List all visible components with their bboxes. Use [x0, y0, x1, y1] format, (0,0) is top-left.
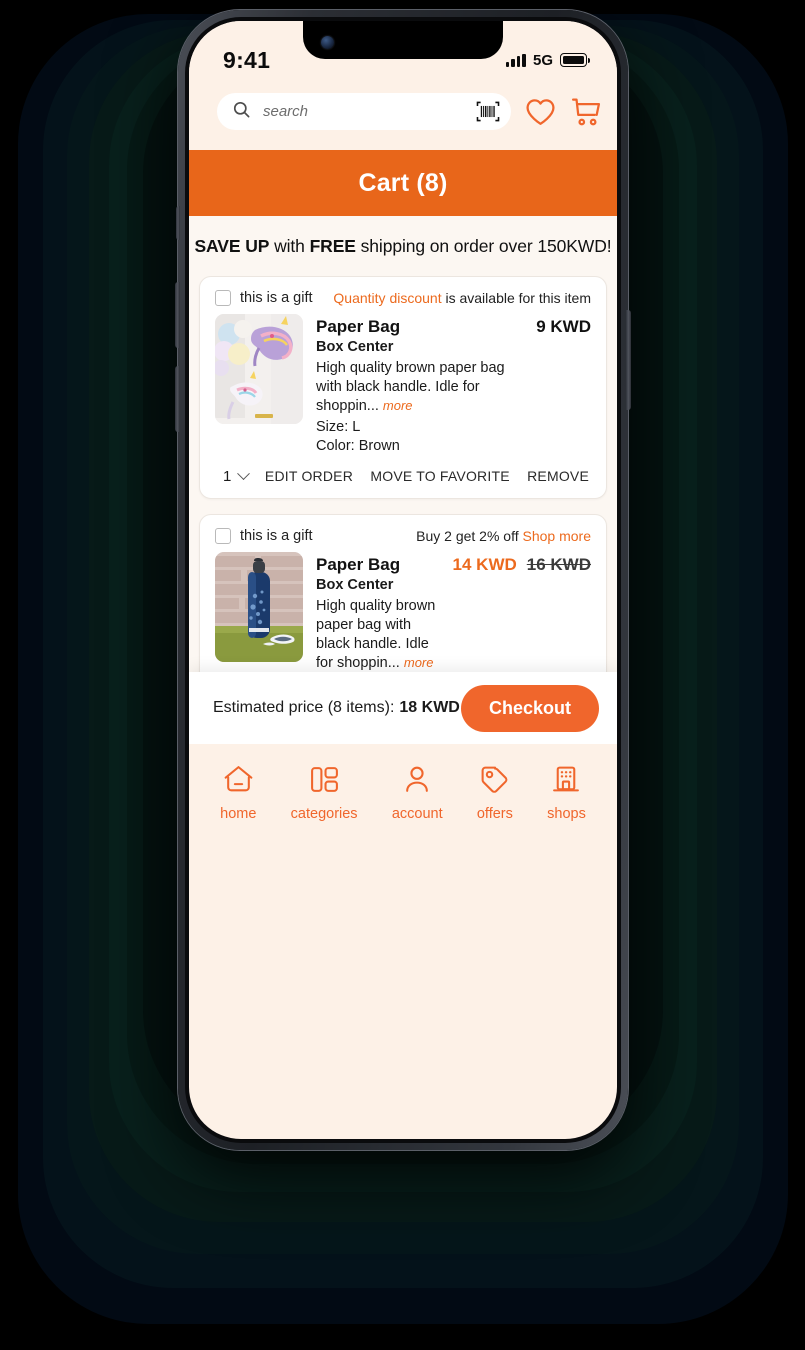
cart-item-actions: 1 EDIT ORDER MOVE TO FAVORITE REMOVE	[215, 454, 591, 498]
store-building-icon	[551, 764, 581, 800]
product-price: 9 KWD	[536, 317, 591, 336]
grid-categories-icon	[309, 764, 340, 800]
quantity-stepper[interactable]: 1	[223, 467, 250, 485]
gift-label: this is a gift	[240, 527, 313, 544]
barcode-scan-icon[interactable]	[476, 101, 500, 122]
power-button[interactable]	[626, 310, 631, 410]
product-info: Paper Bag Box Center High quality brown …	[316, 314, 523, 454]
device-bezel: 9:41 5G search Cart (8) SAVE UP with FRE…	[185, 17, 621, 1143]
cart-item-card: this is a gift Quantity discount is avai…	[199, 276, 607, 499]
status-time: 9:41	[223, 46, 271, 73]
promo-part4: shipping on order over 150KWD!	[355, 236, 612, 256]
move-to-favorite-button[interactable]: MOVE TO FAVORITE	[370, 468, 509, 484]
gift-checkbox-row[interactable]: this is a gift	[215, 527, 313, 544]
unicorn-balloons-photo	[215, 314, 303, 424]
product-name[interactable]: Paper Bag	[316, 316, 523, 337]
battery-full-icon	[560, 53, 591, 67]
product-description: High quality brown paper bag with black …	[316, 597, 440, 672]
phone-device-frame: 9:41 5G search Cart (8) SAVE UP with FRE…	[175, 10, 631, 1150]
promo-part3: FREE	[309, 236, 356, 256]
item-promo-text: Buy 2 get 2% off	[416, 527, 519, 544]
network-type-label: 5G	[532, 51, 553, 69]
cart-item-header: this is a gift Buy 2 get 2% off Shop mor…	[215, 527, 591, 544]
estimated-price-label: Estimated price (8 items):	[213, 699, 395, 716]
product-size: Size: L	[316, 418, 361, 435]
item-promo-text: is available for this item	[441, 290, 591, 306]
nav-label-shops: shops	[547, 806, 586, 822]
estimated-price-value: 18 KWD	[399, 699, 460, 716]
signal-bars-icon	[505, 53, 526, 67]
product-color: Color: Brown	[316, 437, 400, 454]
nav-item-offers[interactable]: offers	[477, 764, 513, 822]
nav-item-home[interactable]: home	[220, 764, 256, 822]
nav-label-offers: offers	[476, 806, 513, 822]
home-icon	[222, 764, 255, 800]
mute-switch-button[interactable]	[176, 206, 180, 240]
front-camera-icon	[321, 36, 334, 49]
status-indicators: 5G	[505, 51, 591, 69]
shopping-cart-icon[interactable]	[570, 97, 603, 127]
shop-more-link[interactable]: Shop more	[523, 528, 591, 544]
search-box[interactable]	[217, 93, 511, 130]
quantity-discount-link[interactable]: Quantity discount	[333, 290, 441, 306]
promo-part1: SAVE UP	[194, 236, 270, 256]
item-promo-note: Buy 2 get 2% off Shop more	[416, 528, 591, 544]
volume-up-button[interactable]	[175, 282, 180, 348]
nav-item-categories[interactable]: categories	[291, 764, 358, 822]
chevron-down-icon	[236, 467, 250, 480]
search-input[interactable]	[263, 103, 464, 120]
quantity-value: 1	[223, 467, 232, 485]
checkout-summary-bar: Estimated price (8 items): 18 KWD Checkou…	[189, 672, 617, 744]
nav-label-home: home	[220, 806, 257, 822]
gift-checkbox-row[interactable]: this is a gift	[215, 290, 313, 306]
cart-item-header: this is a gift Quantity discount is avai…	[215, 290, 591, 306]
product-sale-price: 14 KWD	[452, 554, 517, 574]
product-store[interactable]: Box Center	[316, 577, 440, 593]
blue-water-bottle-photo	[215, 551, 303, 662]
nav-item-account[interactable]: account	[392, 764, 443, 822]
volume-down-button[interactable]	[175, 366, 180, 432]
search-row	[189, 87, 617, 150]
promo-part2: with	[269, 236, 310, 256]
product-price-column: 9 KWD	[536, 314, 591, 454]
nav-item-shops[interactable]: shops	[547, 764, 586, 822]
checkbox-unchecked-icon[interactable]	[215, 527, 231, 544]
tag-offers-icon	[479, 764, 510, 800]
page-title: Cart (8)	[358, 168, 448, 197]
product-original-price: 16 KWD	[526, 554, 591, 574]
product-store[interactable]: Box Center	[316, 339, 523, 355]
shipping-promo-banner: SAVE UP with FREE shipping on order over…	[189, 216, 617, 276]
dynamic-island-notch	[303, 21, 503, 59]
nav-label-categories: categories	[290, 806, 358, 822]
cart-items-scroll[interactable]: this is a gift Quantity discount is avai…	[189, 276, 617, 744]
checkbox-unchecked-icon[interactable]	[215, 290, 231, 306]
user-account-icon	[402, 764, 432, 800]
product-description: High quality brown paper bag with black …	[316, 359, 523, 416]
estimated-price: Estimated price (8 items): 18 KWD	[213, 699, 460, 717]
cart-item-body: Paper Bag Box Center High quality brown …	[215, 314, 591, 454]
more-link[interactable]: more	[404, 655, 434, 670]
product-thumbnail[interactable]	[215, 551, 303, 662]
product-thumbnail[interactable]	[215, 314, 303, 424]
search-icon	[232, 100, 251, 124]
product-name[interactable]: Paper Bag	[316, 554, 440, 575]
phone-screen: 9:41 5G search Cart (8) SAVE UP with FRE…	[189, 21, 617, 1139]
bottom-navigation: home categories account offers shops	[189, 744, 617, 846]
checkout-button[interactable]: Checkout	[460, 684, 599, 732]
edit-order-button[interactable]: EDIT ORDER	[265, 468, 353, 484]
cart-header-bar: Cart (8)	[189, 150, 617, 216]
more-link[interactable]: more	[383, 398, 413, 413]
remove-button[interactable]: REMOVE	[527, 468, 589, 484]
screenshot-stage: 9:41 5G search Cart (8) SAVE UP with FRE…	[0, 0, 805, 1350]
nav-label-account: account	[391, 806, 443, 822]
heart-icon[interactable]	[525, 98, 556, 126]
gift-label: this is a gift	[240, 290, 313, 306]
item-promo-note: Quantity discount is available for this …	[333, 290, 591, 306]
